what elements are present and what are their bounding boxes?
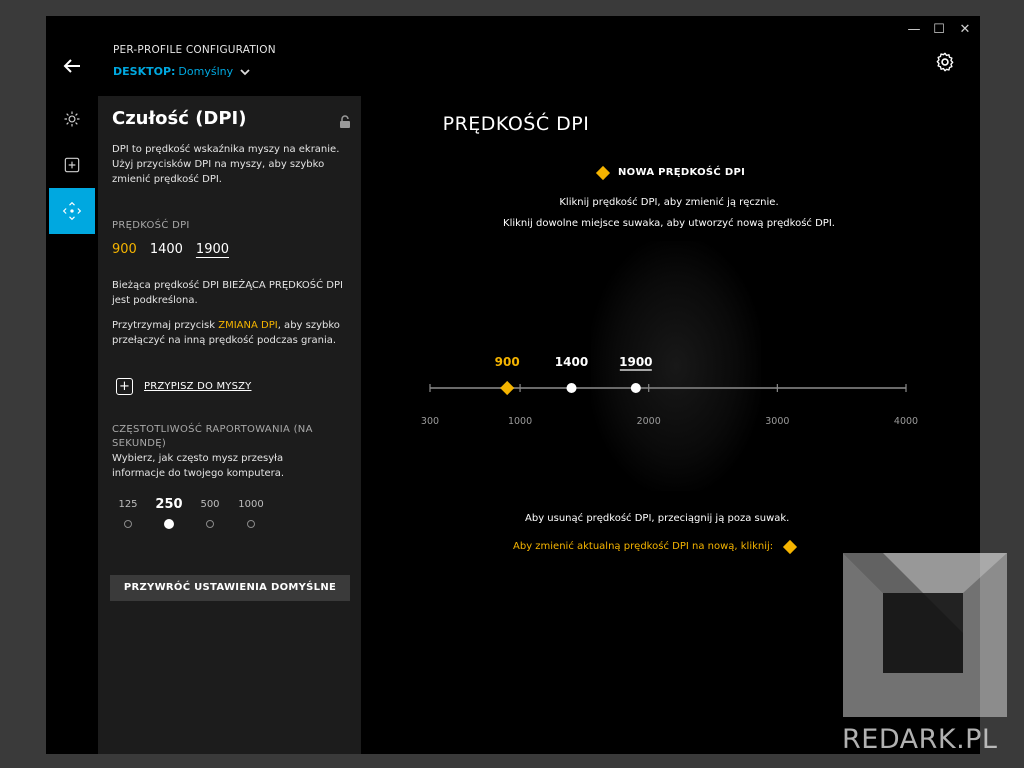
slider-scale-label: 4000 <box>894 416 918 427</box>
report-rate-value: 500 <box>200 499 220 510</box>
back-arrow-icon[interactable] <box>60 54 84 78</box>
radio-dot <box>124 520 132 528</box>
profile-selector[interactable]: DESKTOP: Domyślny <box>113 65 251 78</box>
profile-label: DESKTOP: <box>113 65 176 78</box>
dpi-value[interactable]: 1400 <box>150 242 183 257</box>
reset-defaults-button[interactable]: PRZYWRÓĆ USTAWIENIA DOMYŚLNE <box>110 575 350 601</box>
nav-pointer-settings[interactable] <box>49 188 95 234</box>
dpi-value-shift[interactable]: 900 <box>112 242 137 257</box>
instruction-edit: Kliknij prędkość DPI, aby zmienić ją ręc… <box>559 197 779 208</box>
app-window: — ☐ ✕ PER-PROFILE CONFIGURATION DESKTOP:… <box>46 16 980 754</box>
dpi-slider[interactable]: 300 1000 2000 3000 4000 900 1400 1900 <box>416 346 926 436</box>
slider-point-label[interactable]: 1400 <box>555 355 588 369</box>
dpi-shift-note: Przytrzymaj przycisk ZMIANA DPI, aby szy… <box>112 318 348 348</box>
report-rate-description: Wybierz, jak często mysz przesyła inform… <box>112 453 285 479</box>
nav-assignments[interactable] <box>49 142 95 188</box>
diamond-icon <box>595 165 611 180</box>
report-rate-option-selected[interactable]: 250 <box>151 496 187 529</box>
radio-dot <box>247 520 255 528</box>
profile-value: Domyślny <box>178 65 234 78</box>
watermark-text: REDARK.PL <box>842 724 998 755</box>
main-title: PRĘDKOŚĆ DPI <box>442 113 590 135</box>
slider-point-label[interactable]: 1900 <box>619 355 652 369</box>
current-dpi-note: Bieżąca prędkość DPI BIEŻĄCA PRĘDKOŚĆ DP… <box>112 280 343 306</box>
slider-point[interactable] <box>566 383 577 393</box>
radio-dot <box>164 519 174 529</box>
assign-to-mouse-button[interactable]: + PRZYPISZ DO MYSZY <box>116 378 252 395</box>
pointer-settings-icon <box>62 201 82 221</box>
remove-dpi-hint: Aby usunąć prędkość DPI, przeciągnij ją … <box>525 513 790 524</box>
slider-point[interactable] <box>630 383 641 393</box>
chevron-down-icon <box>240 68 250 75</box>
diamond-icon[interactable] <box>783 539 798 554</box>
page-subtitle: PER-PROFILE CONFIGURATION <box>113 44 276 56</box>
watermark-logo <box>843 553 1007 717</box>
report-rate-option[interactable]: 1000 <box>233 496 269 528</box>
new-dpi-label: NOWA PRĘDKOŚĆ DPI <box>618 167 746 178</box>
report-rate-heading: CZĘSTOTLIWOŚĆ RAPORTOWANIA (NA SEKUNDĘ) <box>112 424 313 449</box>
maximize-button[interactable]: ☐ <box>928 20 950 40</box>
slider-point-label[interactable]: 900 <box>495 355 520 369</box>
assign-label: PRZYPISZ DO MYSZY <box>144 381 252 392</box>
settings-panel: Czułość (DPI) DPI to prędkość wskaźnika … <box>98 96 361 754</box>
assignments-icon <box>64 157 80 173</box>
report-rate-value: 125 <box>118 499 138 510</box>
dpi-shift-prefix: Przytrzymaj przycisk <box>112 320 219 331</box>
close-button[interactable]: ✕ <box>954 20 976 40</box>
report-rate-value: 1000 <box>238 499 264 510</box>
report-rate-option[interactable]: 500 <box>192 496 228 528</box>
dpi-shift-accent: ZMIANA DPI <box>218 320 278 331</box>
change-dpi-hint[interactable]: Aby zmienić aktualną prędkość DPI na now… <box>513 539 798 554</box>
change-dpi-hint-text: Aby zmienić aktualną prędkość DPI na now… <box>513 541 774 552</box>
new-dpi-legend[interactable]: NOWA PRĘDKOŚĆ DPI <box>595 165 746 180</box>
minimize-button[interactable]: — <box>903 20 925 40</box>
dpi-value-current[interactable]: 1900 <box>196 242 229 257</box>
dpi-heading: PRĘDKOŚĆ DPI <box>112 220 190 231</box>
dpi-values: 900 1400 1900 <box>112 242 229 257</box>
slider-point-shift[interactable] <box>500 380 515 396</box>
instruction-create: Kliknij dowolne miejsce suwaka, aby utwo… <box>503 218 835 229</box>
gear-icon[interactable] <box>934 51 956 73</box>
dpi-slider-graphic[interactable]: 300 1000 2000 3000 4000 900 1400 1900 <box>416 346 926 436</box>
radio-dot <box>206 520 214 528</box>
add-icon: + <box>116 378 133 395</box>
slider-scale-label: 2000 <box>637 416 661 427</box>
report-rate-option[interactable]: 125 <box>110 496 146 528</box>
slider-scale-label: 1000 <box>508 416 532 427</box>
slider-scale-label: 3000 <box>765 416 789 427</box>
dpi-description: DPI to prędkość wskaźnika myszy na ekran… <box>112 144 340 185</box>
slider-scale-label: 300 <box>421 416 439 427</box>
report-rate-value: 250 <box>155 497 183 512</box>
